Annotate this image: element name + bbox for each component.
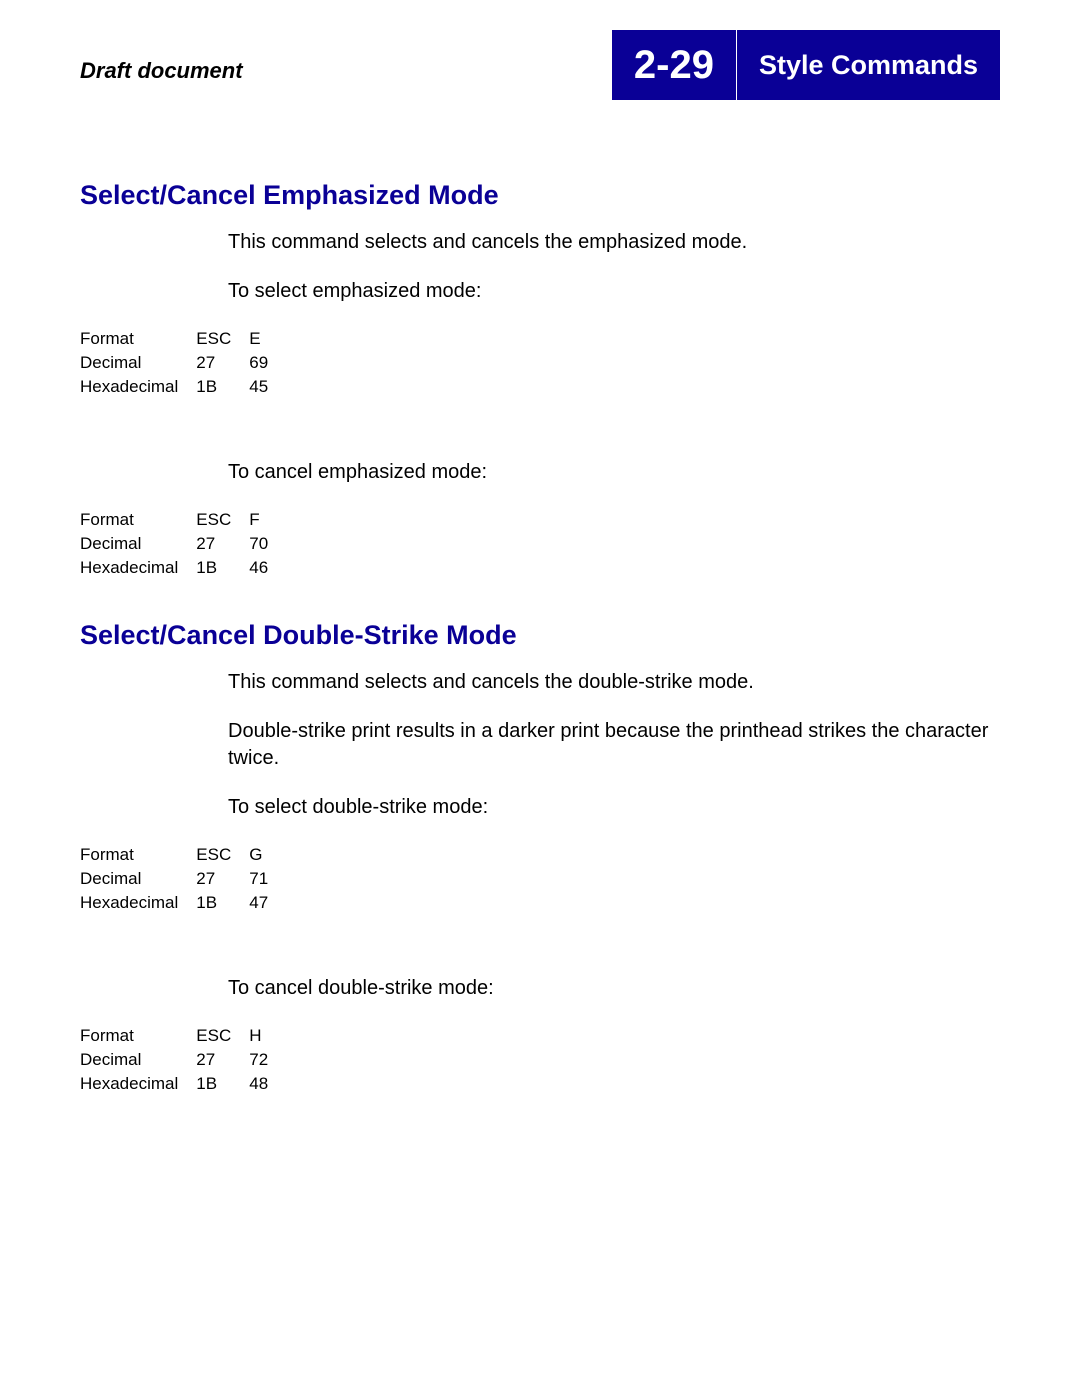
row-col2: G [249,843,286,867]
table-row: Decimal 27 72 [80,1048,286,1072]
section-intro: This command selects and cancels the emp… [228,229,1000,256]
draft-label: Draft document [80,58,243,84]
row-col2: E [249,327,286,351]
table-row: Hexadecimal 1B 47 [80,891,286,915]
table-row: Decimal 27 71 [80,867,286,891]
row-label: Hexadecimal [80,556,196,580]
table-row: Decimal 27 69 [80,351,286,375]
block-caption: To select emphasized mode: [228,278,1000,305]
row-col2: 48 [249,1072,286,1096]
row-col2: 46 [249,556,286,580]
row-col2: 72 [249,1048,286,1072]
row-label: Format [80,843,196,867]
row-label: Decimal [80,867,196,891]
row-col1: ESC [196,843,249,867]
code-table: Format ESC H Decimal 27 72 Hexadecimal 1… [80,1024,286,1096]
header-right: 2-29 Style Commands [612,30,1000,100]
row-col2: H [249,1024,286,1048]
table-row: Format ESC E [80,327,286,351]
row-col2: 45 [249,375,286,399]
table-row: Format ESC F [80,508,286,532]
row-label: Format [80,327,196,351]
code-table: Format ESC E Decimal 27 69 Hexadecimal 1… [80,327,286,399]
chapter-title-box: Style Commands [737,30,1000,100]
row-col2: 47 [249,891,286,915]
row-label: Decimal [80,351,196,375]
row-col2: 69 [249,351,286,375]
row-col2: 70 [249,532,286,556]
code-table: Format ESC F Decimal 27 70 Hexadecimal 1… [80,508,286,580]
page-number-box: 2-29 [612,30,737,100]
row-label: Hexadecimal [80,891,196,915]
row-col2: F [249,508,286,532]
row-col1: 1B [196,1072,249,1096]
row-label: Format [80,508,196,532]
row-label: Hexadecimal [80,375,196,399]
section-heading-double-strike: Select/Cancel Double-Strike Mode [80,620,1000,651]
block-caption: To cancel double-strike mode: [228,975,1000,1002]
table-row: Format ESC H [80,1024,286,1048]
row-col1: ESC [196,327,249,351]
row-label: Decimal [80,532,196,556]
row-col1: 1B [196,891,249,915]
row-col2: 71 [249,867,286,891]
row-label: Hexadecimal [80,1072,196,1096]
section-extra: Double-strike print results in a darker … [228,718,1000,772]
row-col1: 1B [196,375,249,399]
table-row: Hexadecimal 1B 48 [80,1072,286,1096]
row-col1: 27 [196,351,249,375]
row-col1: 27 [196,867,249,891]
table-row: Decimal 27 70 [80,532,286,556]
page: Draft document 2-29 Style Commands Selec… [0,0,1080,1216]
section-heading-emphasized: Select/Cancel Emphasized Mode [80,180,1000,211]
code-table: Format ESC G Decimal 27 71 Hexadecimal 1… [80,843,286,915]
section-intro: This command selects and cancels the dou… [228,669,1000,696]
table-row: Format ESC G [80,843,286,867]
row-col1: 1B [196,556,249,580]
row-label: Decimal [80,1048,196,1072]
row-col1: ESC [196,508,249,532]
row-label: Format [80,1024,196,1048]
page-header: Draft document 2-29 Style Commands [80,30,1000,100]
block-caption: To cancel emphasized mode: [228,459,1000,486]
table-row: Hexadecimal 1B 46 [80,556,286,580]
block-caption: To select double-strike mode: [228,794,1000,821]
row-col1: 27 [196,1048,249,1072]
row-col1: ESC [196,1024,249,1048]
table-row: Hexadecimal 1B 45 [80,375,286,399]
row-col1: 27 [196,532,249,556]
